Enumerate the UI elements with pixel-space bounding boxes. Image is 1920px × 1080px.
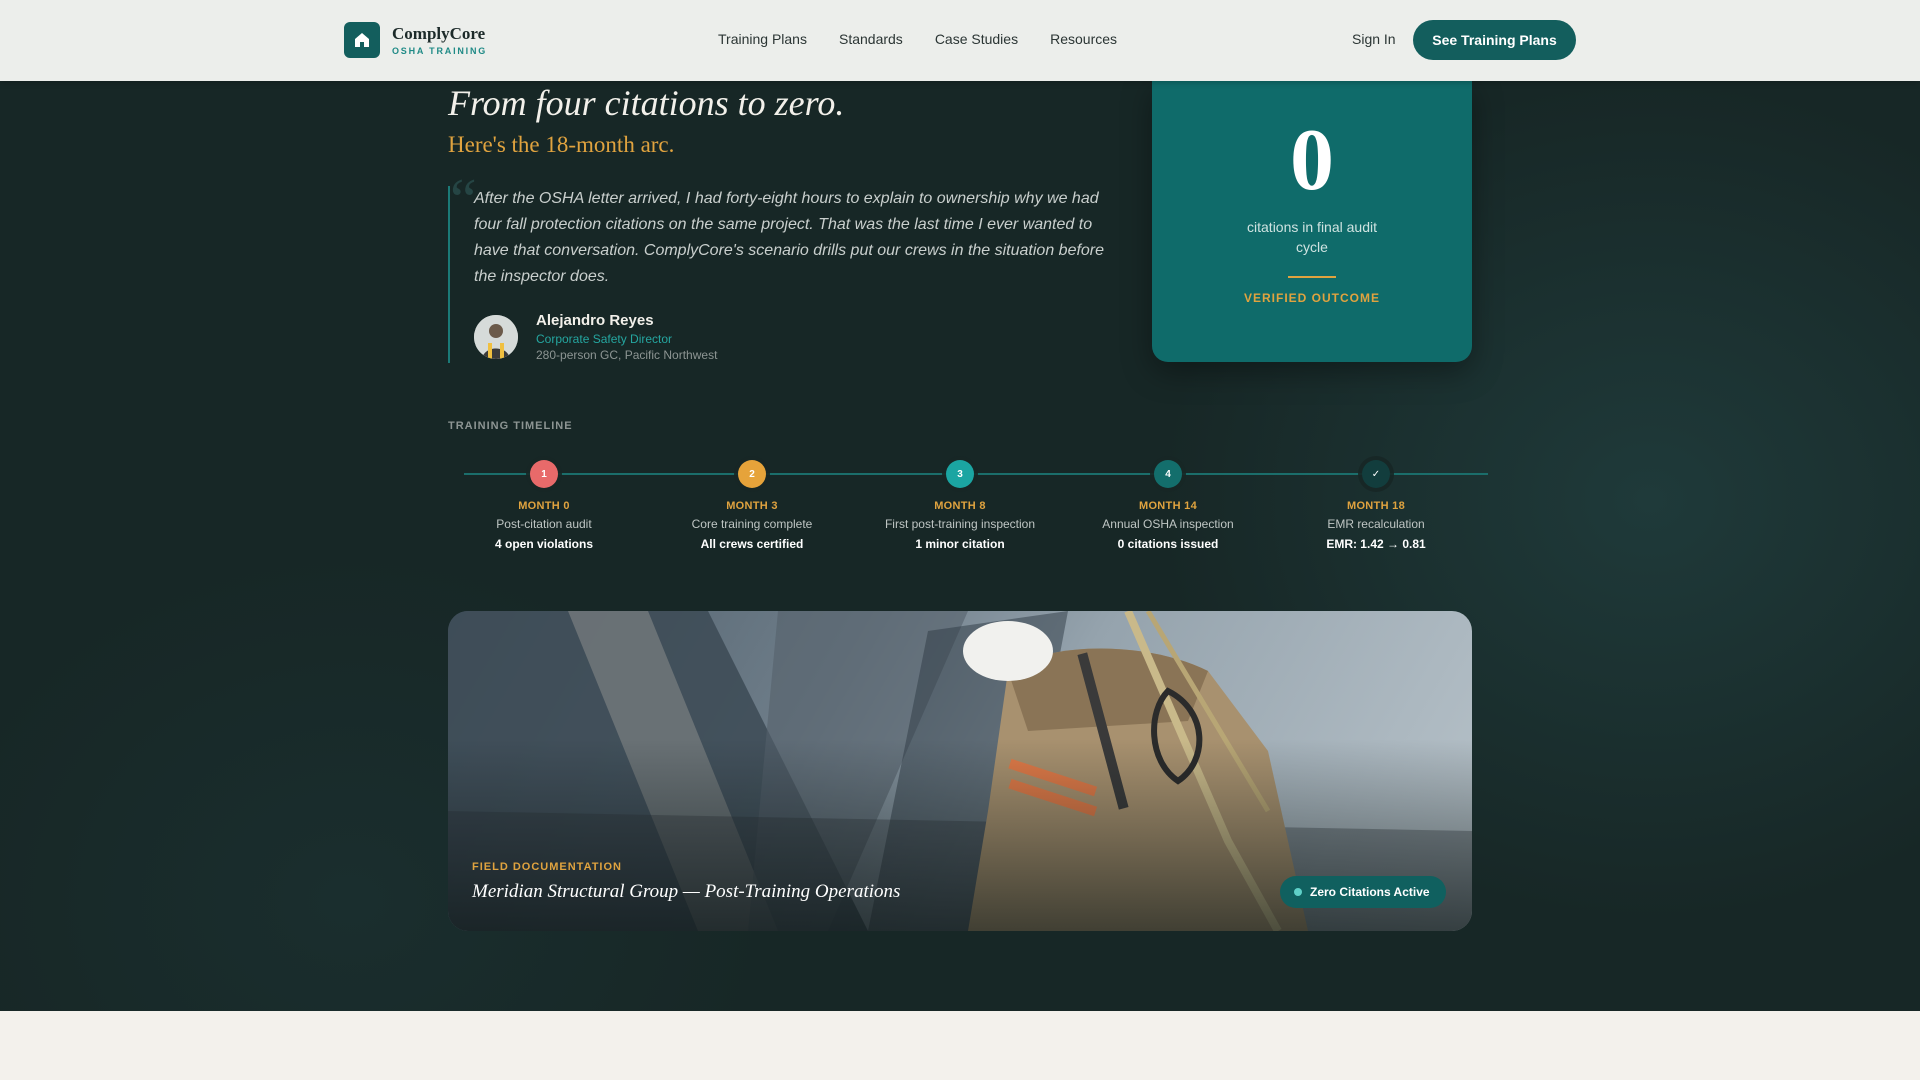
- timeline-marker: 3: [946, 460, 974, 488]
- timeline-description: First post-training inspection: [884, 517, 1036, 531]
- status-dot-icon: [1294, 888, 1302, 896]
- brand-tagline: OSHA TRAINING: [392, 45, 488, 56]
- quote-mark-icon: “: [450, 167, 477, 233]
- timeline-result: 4 open violations: [494, 537, 593, 551]
- timeline-marker: 1: [530, 460, 558, 488]
- brand-name: ComplyCore: [392, 23, 486, 43]
- timeline-step: 3 MONTH 8 First post-training inspection…: [870, 460, 1050, 551]
- nav-standards[interactable]: Standards: [839, 31, 903, 47]
- timeline-result: All crews certified: [700, 537, 804, 551]
- main-nav: Training Plans Standards Case Studies Re…: [718, 31, 1149, 47]
- nav-case-studies[interactable]: Case Studies: [935, 31, 1018, 47]
- field-photo: FIELD DOCUMENTATION Meridian Structural …: [448, 611, 1472, 931]
- see-training-plans-button[interactable]: See Training Plans: [1413, 20, 1576, 60]
- nav-training-plans[interactable]: Training Plans: [718, 31, 807, 47]
- timeline-month: MONTH 8: [934, 500, 986, 512]
- photo-kicker: FIELD DOCUMENTATION: [472, 861, 622, 873]
- avatar: [474, 315, 518, 359]
- nav-resources[interactable]: Resources: [1050, 31, 1117, 47]
- testimonial-author: Alejandro Reyes Corporate Safety Directo…: [474, 312, 717, 362]
- timeline-result: 0 citations issued: [1117, 537, 1219, 551]
- testimonial-quote: After the OSHA letter arrived, I had for…: [474, 190, 1105, 285]
- testimonial: “ After the OSHA letter arrived, I had f…: [448, 170, 1118, 363]
- author-role: Corporate Safety Director: [536, 332, 673, 346]
- home-icon: [344, 22, 380, 58]
- timeline-month: MONTH 3: [726, 500, 778, 512]
- timeline-description: Core training complete: [691, 517, 813, 531]
- status-badge-label: Zero Citations Active: [1310, 885, 1430, 899]
- stat-value: 0: [1290, 112, 1334, 209]
- timeline-step: ✓ MONTH 18 EMR recalculation EMR: 1.42 →…: [1286, 460, 1466, 551]
- timeline-result: EMR: 1.42 → 0.81: [1326, 537, 1426, 551]
- stat-divider: [1288, 276, 1336, 278]
- page-subtitle: Here's the 18-month arc.: [448, 132, 675, 157]
- author-name: Alejandro Reyes: [536, 312, 654, 329]
- sign-in-link[interactable]: Sign In: [1352, 31, 1396, 47]
- timeline-month: MONTH 18: [1346, 500, 1406, 512]
- timeline-marker: 4: [1154, 460, 1182, 488]
- timeline-step: 4 MONTH 14 Annual OSHA inspection 0 cita…: [1078, 460, 1258, 551]
- site-header: ComplyCore OSHA TRAINING Training Plans …: [0, 0, 1920, 81]
- photo-caption: Meridian Structural Group — Post-Trainin…: [472, 881, 901, 902]
- timeline-description: Post-citation audit: [496, 517, 592, 531]
- timeline-month: MONTH 0: [518, 500, 570, 512]
- timeline-step: 1 MONTH 0 Post-citation audit 4 open vio…: [454, 460, 634, 551]
- checkmark-icon: ✓: [1362, 460, 1390, 488]
- timeline-heading: TRAINING TIMELINE: [448, 420, 573, 432]
- timeline-description: EMR recalculation: [1327, 517, 1425, 531]
- status-badge: Zero Citations Active: [1280, 876, 1446, 908]
- brand-logo[interactable]: ComplyCore OSHA TRAINING: [344, 22, 487, 58]
- verified-outcome-label: VERIFIED OUTCOME: [1243, 291, 1380, 305]
- timeline-step: 2 MONTH 3 Core training complete All cre…: [662, 460, 842, 551]
- timeline-month: MONTH 14: [1138, 500, 1198, 512]
- stat-label: citations in final audit cycle: [1247, 219, 1377, 255]
- timeline-marker: 2: [738, 460, 766, 488]
- page-title: From four citations to zero.: [448, 83, 845, 123]
- timeline-result: 1 minor citation: [915, 537, 1005, 551]
- author-org: 280-person GC, Pacific Northwest: [536, 348, 718, 362]
- stat-card: 0 citations in final audit cycle VERIFIE…: [1152, 81, 1472, 362]
- timeline-description: Annual OSHA inspection: [1102, 517, 1234, 531]
